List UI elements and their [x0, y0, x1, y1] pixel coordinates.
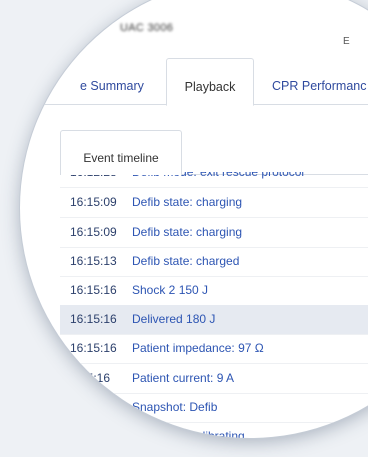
tab-event-timeline[interactable]: Event timeline	[60, 130, 182, 175]
event-desc[interactable]: Delivered 180 J	[132, 305, 215, 334]
event-time: 16:15:09	[70, 225, 117, 239]
event-desc[interactable]: Patient current: 9 A	[132, 364, 234, 393]
event-time: 15:16	[80, 371, 111, 385]
event-desc[interactable]: Patient impedance: 97 Ω	[132, 334, 264, 363]
tab-cpr-performance[interactable]: CPR Performanc	[272, 58, 366, 103]
event-desc[interactable]: Shock 2 150 J	[132, 276, 208, 305]
magnifier-lens: UAC 3006 E e Summary Playback CPR Perfor…	[20, 0, 368, 438]
page: UAC 3006 E e Summary Playback CPR Perfor…	[0, 0, 368, 457]
event-row[interactable]: calibrating	[60, 422, 368, 438]
main-tabs: e Summary Playback CPR Performanc	[20, 58, 368, 106]
record-header-line2: UAC 3006	[120, 22, 174, 34]
event-desc[interactable]: Defib state: charging	[132, 218, 242, 247]
event-time: 16:15:09	[70, 195, 117, 209]
tab-summary[interactable]: e Summary	[80, 58, 144, 103]
event-row[interactable]: 16:15:16 Shock 2 150 J	[60, 276, 368, 306]
event-row[interactable]: Snapshot: Defib	[60, 393, 368, 423]
event-row[interactable]: 16:15:13 Defib state: charged	[60, 247, 368, 277]
event-list[interactable]: 16:12:28 Defib mode: exit rescue protoco…	[60, 172, 368, 438]
event-time: 16:15:16	[70, 283, 117, 297]
event-time: 16:15:16	[70, 341, 117, 355]
event-desc[interactable]: Snapshot: Defib	[132, 393, 217, 422]
tab-playback[interactable]: Playback	[166, 58, 254, 106]
event-row-selected[interactable]: 16:15:16 Delivered 180 J	[60, 305, 368, 335]
event-desc[interactable]: calibrating	[190, 422, 245, 438]
event-row[interactable]: 16:15:09 Defib state: charging	[60, 188, 368, 218]
event-row[interactable]: 16:15:09 Defib state: charging	[60, 218, 368, 248]
event-desc[interactable]: Defib state: charging	[132, 188, 242, 217]
event-time: 16:15:13	[70, 254, 117, 268]
record-header: UAC 3006	[120, 22, 173, 34]
header-corner-text: E	[343, 36, 350, 47]
event-desc[interactable]: Defib state: charged	[132, 247, 239, 276]
event-row[interactable]: 15:16 Patient current: 9 A	[60, 364, 368, 394]
event-row[interactable]: 16:15:16 Patient impedance: 97 Ω	[60, 334, 368, 364]
lens-content: UAC 3006 E e Summary Playback CPR Perfor…	[20, 0, 368, 438]
event-time: 16:15:16	[70, 312, 117, 326]
